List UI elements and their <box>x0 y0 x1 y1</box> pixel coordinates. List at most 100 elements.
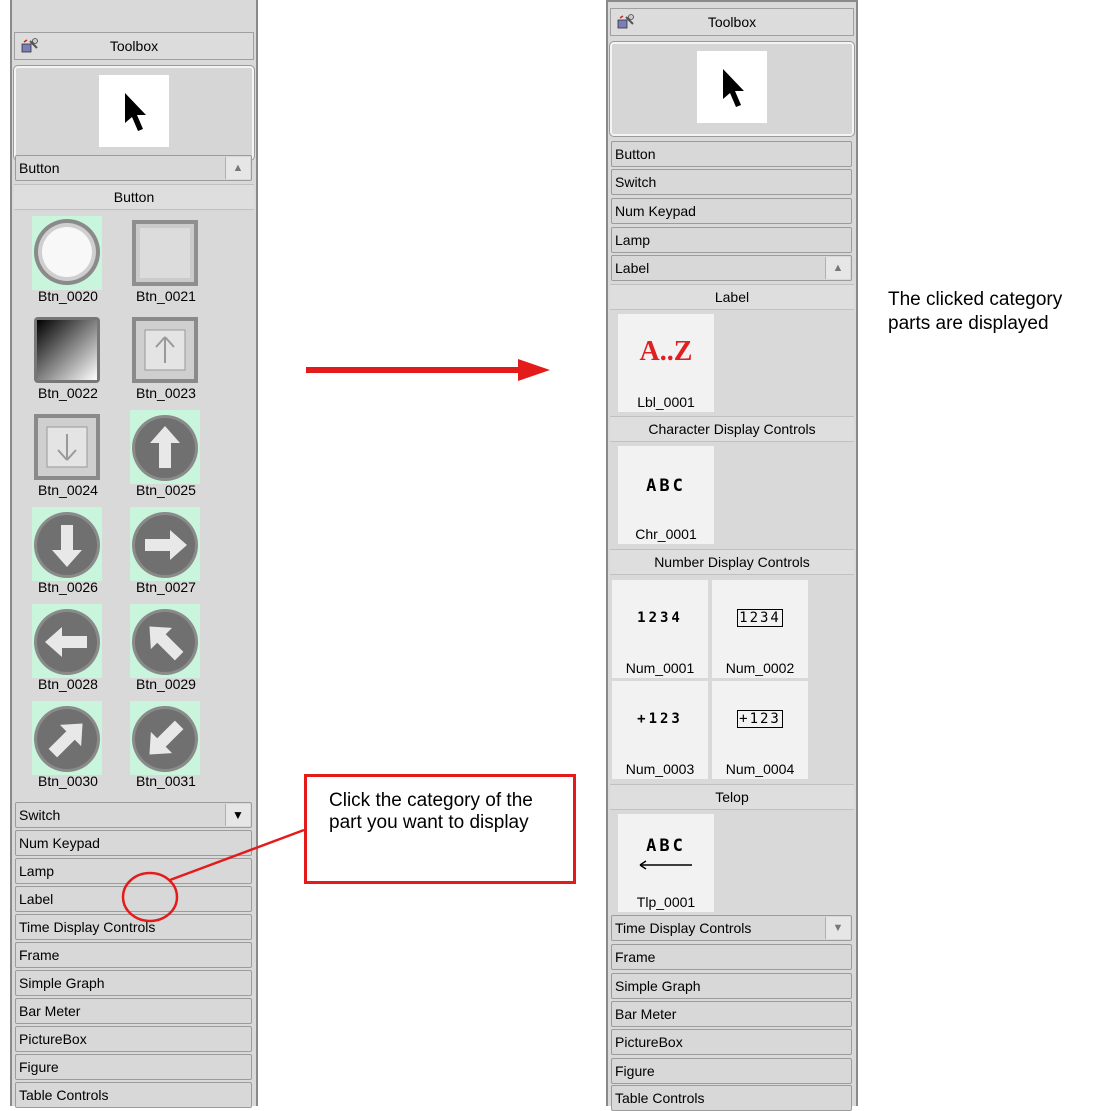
category-switch[interactable]: Switch <box>611 169 852 195</box>
category-label: PictureBox <box>615 1034 683 1050</box>
category-label: Lamp <box>615 232 651 248</box>
category-label: Label <box>615 260 650 276</box>
category-time-display[interactable]: Time Display Controls ▼ <box>611 915 852 941</box>
part-item-btn-0021[interactable]: Btn_0021 <box>118 214 204 306</box>
arrow-up-left-icon <box>130 604 200 678</box>
part-item-btn-0030[interactable]: Btn_0030 <box>20 699 106 791</box>
category-label-item[interactable]: Label <box>15 886 252 912</box>
instruction-callout: Click the category of the part you want … <box>304 774 576 884</box>
category-label: Button <box>615 146 656 162</box>
part-name: Btn_0021 <box>136 288 196 304</box>
category-button[interactable]: Button <box>611 141 852 167</box>
category-simple-graph[interactable]: Simple Graph <box>611 973 852 999</box>
part-tile-num-0003[interactable]: +123 Num_0003 <box>612 681 708 779</box>
category-figure[interactable]: Figure <box>15 1054 252 1080</box>
round-button-icon <box>32 216 102 290</box>
category-picturebox[interactable]: PictureBox <box>611 1029 852 1055</box>
category-label: Switch <box>615 174 657 190</box>
category-label: Table Controls <box>615 1090 705 1106</box>
part-item-btn-0020[interactable]: Btn_0020 <box>20 214 106 306</box>
scroll-up-icon[interactable]: ▲ <box>825 257 850 279</box>
down-arrow-square-icon <box>32 410 102 484</box>
part-item-btn-0022[interactable]: Btn_0022 <box>20 311 106 403</box>
category-label: Label <box>19 891 54 907</box>
arrow-down-left-icon <box>130 701 200 775</box>
part-item-btn-0024[interactable]: Btn_0024 <box>20 408 106 500</box>
scroll-up-icon[interactable]: ▲ <box>225 157 250 179</box>
group-header-character: Character Display Controls <box>610 416 854 442</box>
group-title: Label <box>714 289 750 305</box>
scroll-down-icon[interactable]: ▼ <box>225 804 250 826</box>
toolbox-title-bar: Toolbox <box>610 8 854 36</box>
category-label: Time Display Controls <box>19 919 156 935</box>
group-title: Telop <box>715 789 749 805</box>
part-name: Btn_0025 <box>136 482 196 498</box>
toolbox-title: Toolbox <box>707 14 757 30</box>
category-table-controls[interactable]: Table Controls <box>611 1085 852 1111</box>
label-glyph-icon: A..Z <box>639 336 693 367</box>
category-picturebox[interactable]: PictureBox <box>15 1026 252 1052</box>
scroll-down-icon[interactable]: ▼ <box>825 917 850 939</box>
part-tile-num-0002[interactable]: 1234 Num_0002 <box>712 580 808 678</box>
category-label: Figure <box>19 1059 59 1075</box>
category-lamp[interactable]: Lamp <box>15 858 252 884</box>
pointer-tool-button[interactable] <box>13 65 255 161</box>
category-label: Button <box>19 160 60 176</box>
part-name: Btn_0024 <box>38 482 98 498</box>
part-item-btn-0031[interactable]: Btn_0031 <box>118 699 204 791</box>
part-item-btn-0023[interactable]: Btn_0023 <box>118 311 204 403</box>
category-figure[interactable]: Figure <box>611 1058 852 1084</box>
category-label: Frame <box>615 949 656 965</box>
category-table-controls[interactable]: Table Controls <box>15 1082 252 1108</box>
group-header-button: Button <box>14 184 254 210</box>
group-title: Button <box>113 189 155 205</box>
callout-text: Click the category of the part you want … <box>329 790 533 833</box>
gradient-button-icon <box>32 313 102 387</box>
part-tile-num-0001[interactable]: 1234 Num_0001 <box>612 580 708 678</box>
part-name: Btn_0027 <box>136 579 196 595</box>
category-label-open[interactable]: Label ▲ <box>611 255 852 281</box>
category-label: Simple Graph <box>615 978 701 994</box>
group-header-telop: Telop <box>610 784 854 810</box>
part-name: Btn_0023 <box>136 385 196 401</box>
part-item-btn-0026[interactable]: Btn_0026 <box>20 505 106 597</box>
group-header-label: Label <box>610 284 854 310</box>
category-frame[interactable]: Frame <box>15 942 252 968</box>
scroll-left-arrow-icon <box>639 860 692 870</box>
category-label: PictureBox <box>19 1031 87 1047</box>
category-label: Switch <box>19 807 61 823</box>
category-time-display[interactable]: Time Display Controls <box>15 914 252 940</box>
telop-glyph-icon: ABC <box>646 836 686 856</box>
part-item-btn-0027[interactable]: Btn_0027 <box>118 505 204 597</box>
category-num-keypad[interactable]: Num Keypad <box>15 830 252 856</box>
part-tile-num-0004[interactable]: +123 Num_0004 <box>712 681 808 779</box>
pointer-tool-button[interactable] <box>609 41 855 137</box>
arrow-down-icon <box>32 507 102 581</box>
pointer-arrow-icon <box>723 69 744 107</box>
group-title: Number Display Controls <box>654 554 810 570</box>
category-bar-meter[interactable]: Bar Meter <box>15 998 252 1024</box>
part-tile-chr-0001[interactable]: ABC Chr_0001 <box>618 446 714 544</box>
part-name: Btn_0022 <box>38 385 98 401</box>
category-simple-graph[interactable]: Simple Graph <box>15 970 252 996</box>
part-item-btn-0028[interactable]: Btn_0028 <box>20 602 106 694</box>
category-button-open[interactable]: Button ▲ <box>15 155 252 181</box>
part-name: Btn_0020 <box>38 288 98 304</box>
part-tile-tlp-0001[interactable]: ABC Tlp_0001 <box>618 814 714 912</box>
category-lamp[interactable]: Lamp <box>611 227 852 253</box>
category-num-keypad[interactable]: Num Keypad <box>611 198 852 224</box>
category-label: Bar Meter <box>19 1003 81 1019</box>
part-tile-lbl-0001[interactable]: A..Z Lbl_0001 <box>618 314 714 412</box>
category-label: Bar Meter <box>615 1006 677 1022</box>
part-name: Btn_0026 <box>38 579 98 595</box>
part-name: Num_0001 <box>625 660 695 676</box>
transition-arrow <box>306 359 550 381</box>
category-bar-meter[interactable]: Bar Meter <box>611 1001 852 1027</box>
arrow-up-right-icon <box>32 701 102 775</box>
part-item-btn-0029[interactable]: Btn_0029 <box>118 602 204 694</box>
part-item-btn-0025[interactable]: Btn_0025 <box>118 408 204 500</box>
category-switch[interactable]: Switch ▼ <box>15 802 252 828</box>
category-frame[interactable]: Frame <box>611 944 852 970</box>
category-label: Table Controls <box>19 1087 109 1103</box>
toolbox-title-bar: Toolbox <box>14 32 254 60</box>
